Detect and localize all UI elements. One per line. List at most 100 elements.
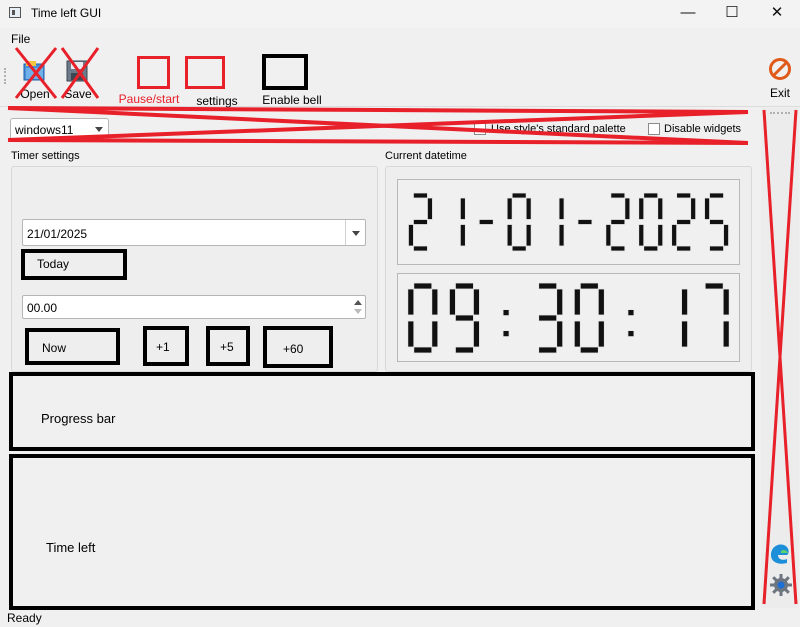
plus5-label: +5 [220,340,234,354]
lcd-segment-c [681,320,688,348]
strike-open-save-annotation [14,47,100,99]
lcd-segment-e [573,320,581,348]
lcd-segment-colon [627,330,635,337]
lcd-segment-e [605,224,612,247]
lcd-segment-a [709,192,724,199]
lcd-segment-c [473,320,480,348]
time-lcd-display [407,282,730,354]
lcd-segment-d [643,245,659,252]
current-datetime-title: Current datetime [385,150,467,162]
lcd-segment-colon [627,309,635,316]
lcd-segment-b [556,288,564,316]
lcd-segment-a [413,282,433,290]
pause-start-button[interactable] [137,56,170,89]
minimize-button[interactable]: — [665,0,711,28]
window-title: Time left GUI [31,6,102,20]
lcd-segment-e [407,320,415,348]
exit-button[interactable]: Exit [764,55,796,101]
lcd-segment-b [525,197,532,220]
toolbar-handle[interactable] [4,68,8,84]
lcd-segment-c [431,320,439,348]
today-label: Today [37,257,70,271]
now-button[interactable] [25,328,120,365]
date-dropdown-icon[interactable] [352,231,360,236]
lcd-segment-d [413,245,428,252]
lcd-segment-a [511,192,527,199]
progress-bar [9,372,755,451]
plus60-label: +60 [283,342,304,356]
lcd-segment-c [597,320,605,348]
lcd-segment-c [558,224,565,247]
now-label: Now [42,341,67,355]
date-edit[interactable]: 21/01/2025 [22,219,366,246]
maximize-button[interactable]: ☐ [709,0,755,28]
lcd-segment-d [676,245,692,252]
time-spinbox-value: 00.00 [27,301,58,315]
lcd-segment-a [610,192,626,199]
lcd-segment-b [431,288,439,316]
exit-icon [769,58,791,80]
lcd-segment-b [459,197,466,220]
plus1-label: +1 [156,340,170,354]
lcd-segment-f [704,197,710,220]
lcd-segment-g [413,219,428,225]
menu-bar [0,28,800,48]
lcd-segment-a [643,192,659,199]
lcd-segment-d [511,245,527,252]
lcd-segment-a [413,192,428,199]
lcd-segment-e [638,224,645,247]
close-button[interactable]: ✕ [754,0,800,28]
lcd-segment-d [413,346,433,354]
time-spinbox[interactable]: 00.00 [22,295,366,319]
lcd-segment-f [506,197,513,220]
lcd-segment-g [577,219,593,225]
enable-bell-button[interactable] [262,54,308,90]
lcd-segment-b [657,197,664,220]
status-text: Ready [7,611,42,625]
lcd-segment-a [704,282,724,290]
lcd-segment-d [455,346,474,354]
lcd-segment-g [676,219,692,225]
strike-side-dock-annotation [762,109,798,605]
time-left-label: Time left [46,540,96,555]
lcd-segment-colon [502,330,510,337]
lcd-segment-colon [502,309,510,316]
lcd-segment-g [478,219,494,225]
date-lcd [397,179,740,265]
lcd-segment-b [690,197,697,220]
lcd-segment-b [597,288,605,316]
lcd-segment-c [525,224,532,247]
lcd-segment-f [573,288,581,316]
lcd-segment-f [449,288,456,316]
settings-button[interactable] [185,56,225,89]
date-lcd-display [408,192,729,252]
spin-arrows-icon[interactable] [353,298,363,316]
lcd-segment-a [676,192,692,199]
lcd-segment-a [455,282,474,290]
lcd-segment-d [538,346,558,354]
lcd-segment-b [427,197,433,220]
time-left-display [9,454,755,610]
lcd-segment-d [709,245,724,252]
lcd-segment-d [610,245,626,252]
lcd-segment-c [459,224,466,247]
lcd-segment-c [556,320,564,348]
time-lcd [397,273,740,362]
lcd-segment-g [709,219,724,225]
lcd-segment-b [473,288,480,316]
lcd-segment-e [671,224,678,247]
lcd-segment-f [638,197,645,220]
lcd-segment-e [506,224,513,247]
lcd-segment-a [579,282,599,290]
lcd-segment-g [610,219,626,225]
lcd-segment-b [722,288,730,316]
strike-style-bar-annotation [7,106,749,145]
lcd-segment-c [723,224,729,247]
lcd-segment-g [455,314,474,322]
lcd-segment-c [722,320,730,348]
lcd-segment-e [408,224,414,247]
exit-label: Exit [769,86,790,100]
date-edit-value: 21/01/2025 [27,227,88,241]
timer-settings-title: Timer settings [11,150,80,162]
lcd-segment-b [681,288,688,316]
